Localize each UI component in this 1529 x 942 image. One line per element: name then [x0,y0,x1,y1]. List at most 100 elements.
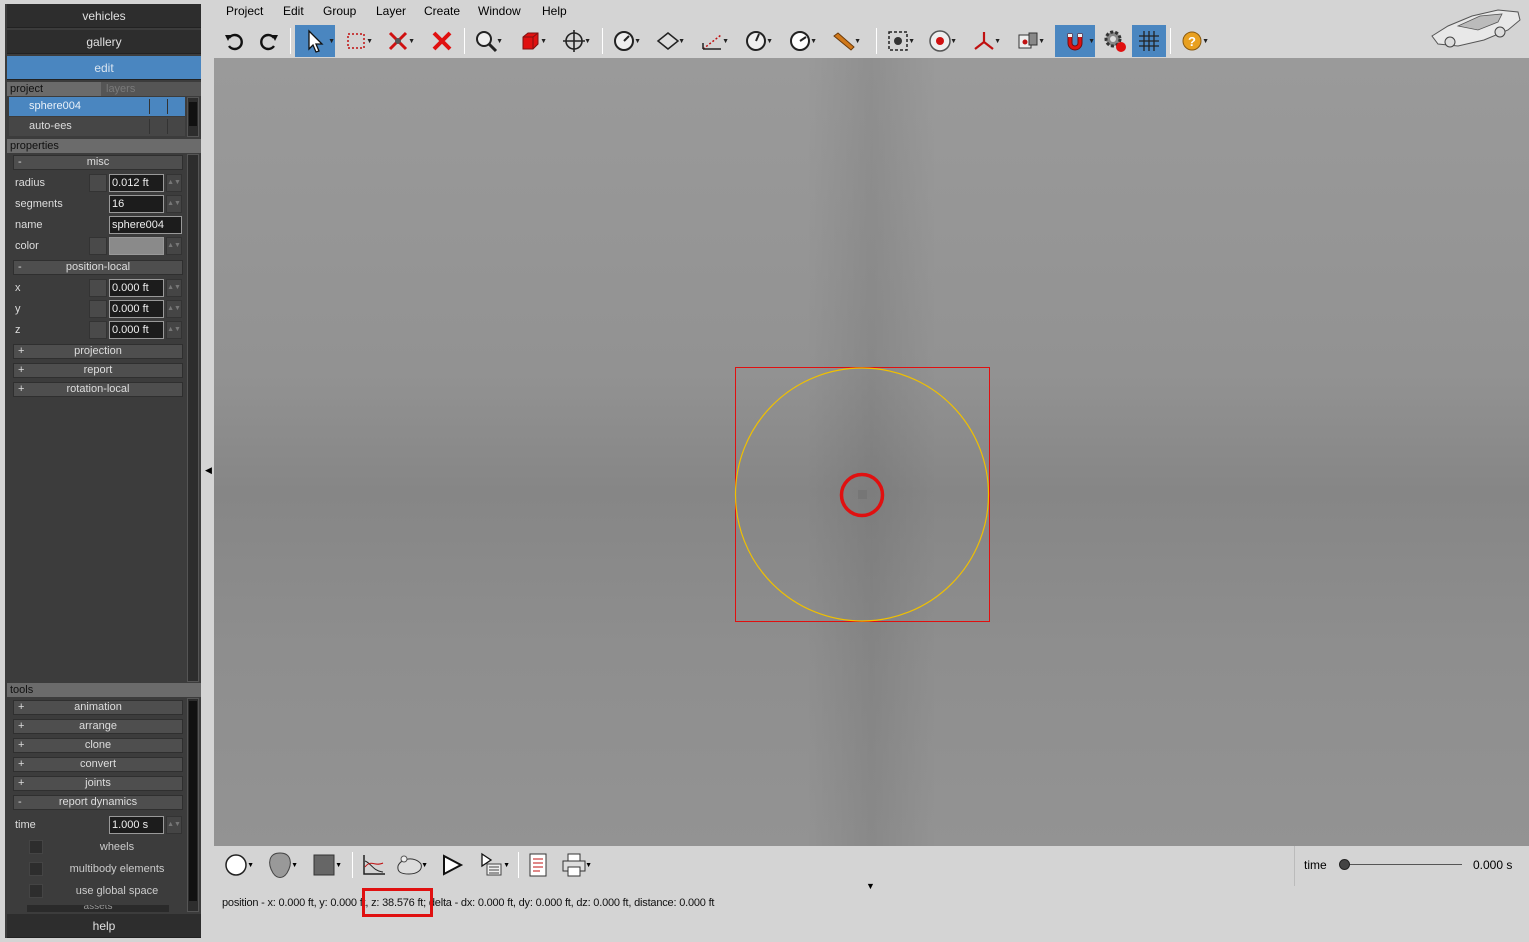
nav-edit-button[interactable]: edit [7,56,201,80]
dimension-button[interactable]: ▼ [695,25,729,57]
angle-button[interactable]: ▼ [739,25,773,57]
report-button-cutoff[interactable]: assets [27,905,169,912]
menu-window[interactable]: Window [478,4,521,18]
tab-layers[interactable]: layers [103,82,201,96]
properties-scrollbar[interactable] [187,154,199,682]
simulate-button[interactable]: ▼ [390,849,430,881]
color-swatch[interactable] [109,237,164,255]
menu-group[interactable]: Group [323,4,356,18]
3d-viewport[interactable] [214,58,1529,846]
grid-button[interactable] [1132,25,1166,57]
menu-help[interactable]: Help [542,4,567,18]
group-misc[interactable]: - misc [13,155,183,170]
menu-create[interactable]: Create [424,4,460,18]
visibility-toggle[interactable] [149,99,167,114]
menu-layer[interactable]: Layer [376,4,406,18]
radius-spin-icon[interactable]: ▲▼ [166,174,182,192]
time-spin-icon[interactable]: ▲▼ [166,816,182,834]
project-item-auto-ees[interactable]: auto-ees [9,117,185,136]
graph-button[interactable] [354,849,394,881]
nav-gallery-button[interactable]: gallery [7,30,201,54]
render-wireframe-button[interactable]: ▼ [216,849,256,881]
nav-vehicles-button[interactable]: vehicles [7,4,201,28]
tool-group-clone[interactable]: + clone [13,738,183,753]
menu-project[interactable]: Project [226,4,263,18]
target-frame-button[interactable]: ▼ [881,25,915,57]
y-input[interactable]: 0.000 ft [109,300,164,318]
snap-magnet-button[interactable]: ▼ [1055,25,1095,57]
print-button[interactable]: ▼ [554,849,594,881]
playback-options-button[interactable]: ▼ [472,849,512,881]
wheels-checkbox[interactable] [29,840,43,854]
collapse-sidebar-icon[interactable]: ◀ [205,465,212,476]
help-button[interactable]: ? ▼ [1175,25,1209,57]
camera-button[interactable]: ▼ [1011,25,1045,57]
z-animate-button[interactable] [89,321,107,339]
global-space-checkbox[interactable] [29,884,43,898]
z-input[interactable]: 0.000 ft [109,321,164,339]
lock-toggle[interactable] [167,99,185,114]
z-spin-icon[interactable]: ▲▼ [166,321,182,339]
project-scrollbar[interactable] [187,97,199,137]
x-spin-icon[interactable]: ▲▼ [166,279,182,297]
bottom-separator [352,852,353,878]
radius-animate-button[interactable] [89,174,107,192]
create-solid-button[interactable]: ▼ [513,25,547,57]
y-animate-button[interactable] [89,300,107,318]
delete-constraint-button[interactable]: ▼ [381,25,415,57]
undo-button[interactable] [217,25,251,57]
group-rotation-local[interactable]: + rotation-local [13,382,183,397]
render-solid-button[interactable]: ▼ [304,849,344,881]
tab-project[interactable]: project [7,82,101,96]
x-input[interactable]: 0.000 ft [109,279,164,297]
redo-button[interactable] [252,25,286,57]
select-tool-button[interactable]: ▼ [295,25,335,57]
project-item-sphere004[interactable]: sphere004 [9,97,185,116]
visibility-toggle[interactable] [149,119,167,134]
move-button[interactable]: ▼ [557,25,591,57]
target-button[interactable]: ▼ [923,25,957,57]
play-button[interactable] [432,849,472,881]
sphere-center-handle[interactable] [858,490,867,499]
zoom-button[interactable]: ▼ [469,25,503,57]
color-animate-button[interactable] [89,237,107,255]
tool-group-animation[interactable]: + animation [13,700,183,715]
tools-scrollbar[interactable] [187,698,199,912]
timeline-slider-track[interactable] [1344,864,1462,865]
box-select-button[interactable]: ▼ [339,25,373,57]
toolbar-separator [290,28,291,54]
nav-help-button[interactable]: help [7,914,201,938]
group-projection[interactable]: + projection [13,344,183,359]
group-report[interactable]: + report [13,363,183,378]
delete-button[interactable] [425,25,459,57]
scrollbar-thumb[interactable] [189,102,197,126]
group-position-local[interactable]: - position-local [13,260,183,275]
time-input[interactable]: 1.000 s [109,816,164,834]
dropdown-caret-icon: ▼ [247,862,254,869]
y-spin-icon[interactable]: ▲▼ [166,300,182,318]
multibody-checkbox[interactable] [29,862,43,876]
draw-button[interactable]: ▼ [827,25,861,57]
segments-input[interactable]: 16 [109,195,164,213]
report-button[interactable] [518,849,558,881]
plane-button[interactable]: ▼ [651,25,685,57]
tool-group-joints[interactable]: + joints [13,776,183,791]
render-shaded-button[interactable]: ▼ [260,849,300,881]
x-animate-button[interactable] [89,279,107,297]
measure-button[interactable]: ▼ [607,25,641,57]
radius-input[interactable]: 0.012 ft [109,174,164,192]
settings-button[interactable] [1098,25,1132,57]
scrollbar-thumb[interactable] [189,701,197,901]
timeline-slider-thumb[interactable] [1339,859,1350,870]
tool-group-arrange[interactable]: + arrange [13,719,183,734]
menu-edit[interactable]: Edit [283,4,304,18]
tool-group-convert[interactable]: + convert [13,757,183,772]
lock-toggle[interactable] [167,119,185,134]
segments-spin-icon[interactable]: ▲▼ [166,195,182,213]
status-expand-icon[interactable]: ▼ [866,881,875,891]
axes-button[interactable]: ▼ [967,25,1001,57]
name-input[interactable]: sphere004 [109,216,182,234]
tool-group-report-dynamics[interactable]: - report dynamics [13,795,183,810]
speed-button[interactable]: ▼ [783,25,817,57]
color-spin-icon[interactable]: ▲▼ [166,237,182,255]
